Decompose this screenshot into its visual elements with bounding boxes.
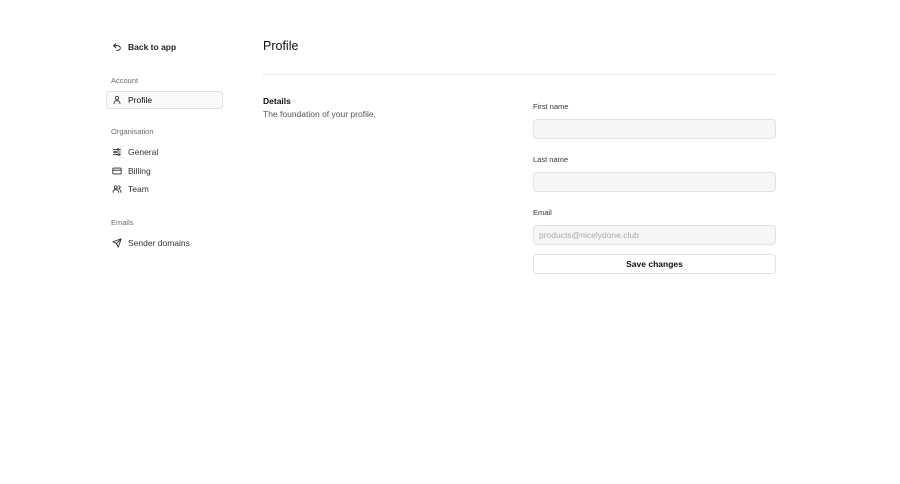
- sidebar-item-profile[interactable]: Profile: [106, 91, 223, 109]
- users-icon: [112, 185, 122, 193]
- sidebar-item-label: Sender domains: [128, 238, 190, 248]
- sidebar-item-general[interactable]: General: [106, 143, 224, 161]
- details-description: The foundation of your profile.: [263, 108, 376, 119]
- emails-nav: Sender domains: [106, 234, 224, 252]
- first-name-label: First name: [533, 102, 569, 111]
- organisation-nav: General Billing Team: [106, 143, 224, 198]
- user-icon: [113, 95, 121, 105]
- section-label-emails: Emails: [111, 218, 134, 227]
- section-label-organisation: Organisation: [111, 127, 154, 136]
- back-to-app-label: Back to app: [128, 42, 177, 52]
- last-name-field[interactable]: [533, 172, 776, 192]
- last-name-label: Last name: [533, 155, 569, 164]
- sidebar-item-team[interactable]: Team: [106, 180, 224, 198]
- section-label-account: Account: [111, 76, 139, 85]
- settings-page: Back to app Account Profile Organisation: [0, 0, 900, 484]
- email-label: Email: [533, 208, 552, 217]
- account-nav: Profile: [106, 91, 224, 109]
- sidebar: Back to app Account Profile Organisation: [106, 38, 224, 252]
- details-heading: Details: [263, 96, 291, 106]
- page-title: Profile: [263, 39, 299, 53]
- profile-form: First name Last name Email Save changes: [533, 96, 776, 274]
- sidebar-item-label: General: [128, 147, 159, 157]
- sliders-icon: [112, 148, 122, 156]
- sidebar-item-billing[interactable]: Billing: [106, 162, 224, 180]
- sidebar-item-label: Team: [128, 184, 149, 194]
- email-field[interactable]: [533, 225, 776, 245]
- back-to-app-link[interactable]: Back to app: [112, 38, 224, 56]
- header-divider: [263, 74, 776, 75]
- send-icon: [112, 238, 122, 248]
- save-changes-button[interactable]: Save changes: [533, 254, 776, 274]
- sidebar-item-label: Profile: [128, 95, 153, 105]
- sidebar-item-sender-domains[interactable]: Sender domains: [106, 234, 224, 252]
- back-arrow-icon: [113, 43, 121, 51]
- credit-card-icon: [112, 167, 122, 174]
- sidebar-item-label: Billing: [128, 165, 151, 176]
- first-name-field[interactable]: [533, 119, 776, 139]
